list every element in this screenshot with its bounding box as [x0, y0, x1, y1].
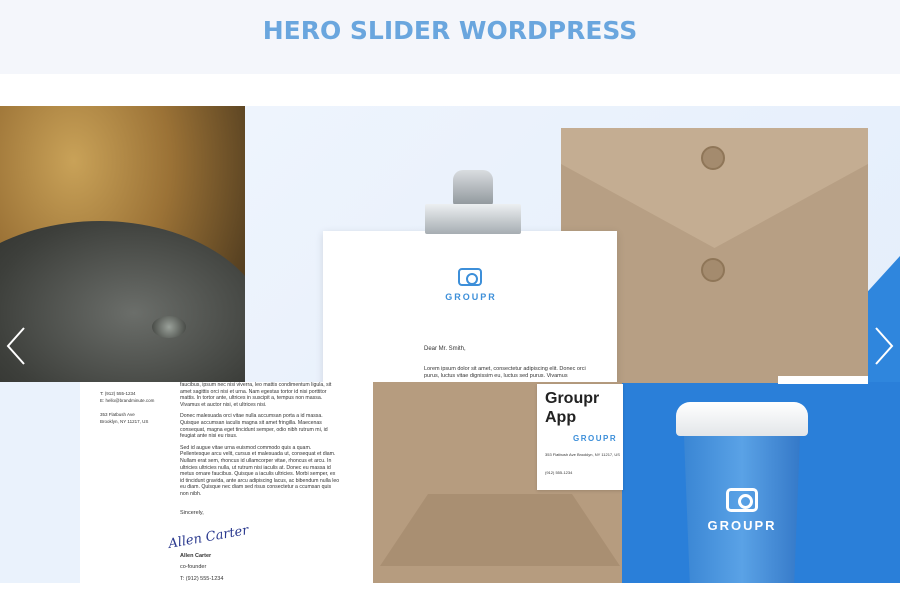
signer-name: Allen Carter: [180, 553, 212, 559]
page-header: HERO SLIDER WORDPRESS: [0, 0, 900, 74]
cup-lid: [676, 402, 808, 436]
chevron-right-icon: [875, 327, 894, 365]
contact-line: E: hello@brandminute.com: [100, 398, 155, 403]
sheet-paragraph: Sed id augue vitae urna euismod commodo …: [180, 444, 340, 497]
signer-phone: T: (912) 555-1234: [180, 576, 224, 582]
clip-handle: [453, 170, 493, 206]
binder-clip: [425, 166, 521, 238]
business-card-address: 353 Flatbush Ave Brooklyn, NY 11217, US: [545, 452, 620, 457]
business-card-brand: GROUPR: [573, 434, 618, 443]
envelope-button-top: [701, 146, 725, 170]
signer-role: co-founder: [180, 564, 207, 570]
cup-brand: GROUPR: [707, 518, 777, 533]
slider-prev-button[interactable]: [4, 326, 28, 366]
closing: Sincerely,: [180, 510, 204, 516]
contact-line: 353 Flatbush Ave: [100, 412, 135, 417]
photo-highlight: [152, 316, 186, 338]
cup-camera-icon: [726, 488, 758, 512]
letter-snippet: Lorem ipsum dolor sit amet, consectetur …: [424, 366, 586, 379]
contact-line: [100, 404, 170, 411]
contact-line: Brooklyn, NY 11217, US: [100, 419, 149, 424]
chevron-left-icon: [6, 327, 25, 365]
envelope-button-bottom: [701, 258, 725, 282]
sheet-contacts: T: (912) 555-1234 E: hello@brandminute.c…: [100, 390, 170, 425]
business-card-phone: (912) 555-1234: [545, 470, 573, 475]
clip-base: [425, 204, 521, 234]
camera-logo-icon: [458, 268, 482, 286]
hero-slider[interactable]: GROUPR Dear Mr. Smith, Lorem ipsum dolor…: [0, 106, 900, 583]
sheet-body: faucibus, ipsum nec nisi viverra, leo ma…: [180, 382, 340, 503]
photo-disc: [0, 221, 245, 382]
sheet-paragraph: faucibus, ipsum nec nisi viverra, leo ma…: [180, 382, 332, 408]
photo-panel: [0, 106, 245, 382]
contact-line: T: (912) 555-1234: [100, 391, 136, 396]
envelope-label: [778, 376, 868, 384]
letter-greeting: Dear Mr. Smith,: [424, 346, 466, 352]
letterhead-brand: GROUPR: [445, 292, 497, 302]
slider-next-button[interactable]: [872, 326, 896, 366]
business-card-title: Groupr App: [545, 390, 600, 426]
sheet-paragraph: Donec malesuada orci vitae nulla accumsa…: [180, 413, 328, 440]
page-title: HERO SLIDER WORDPRESS: [262, 16, 638, 45]
